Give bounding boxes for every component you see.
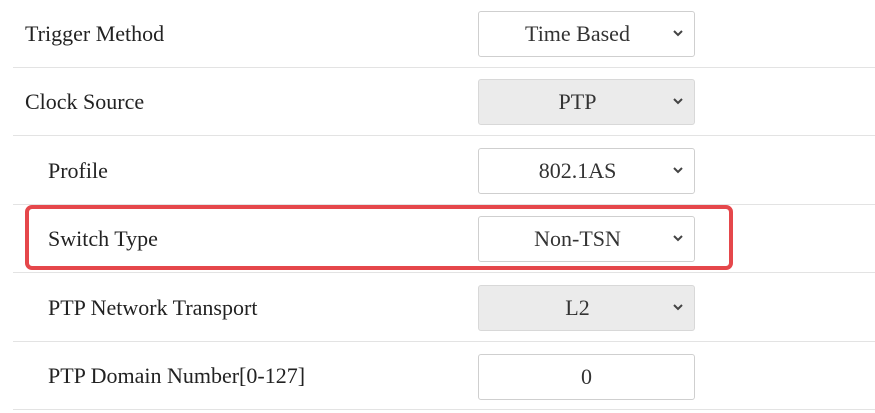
profile-select[interactable]: 802.1AS xyxy=(478,148,695,194)
trigger-method-select[interactable]: Time Based xyxy=(478,11,695,57)
trigger-method-label: Trigger Method xyxy=(25,21,165,46)
chevron-down-icon xyxy=(673,30,683,37)
row-ptp-network-transport: PTP Network Transport L2 xyxy=(13,274,875,342)
ptp-settings-panel: Trigger Method Time Based Clock Source P… xyxy=(0,0,875,413)
row-trigger-method: Trigger Method Time Based xyxy=(13,0,875,68)
clock-source-value: PTP xyxy=(558,89,597,114)
profile-value: 802.1AS xyxy=(538,158,617,183)
ptp-network-transport-label: PTP Network Transport xyxy=(48,295,258,320)
row-switch-type: Switch Type Non-TSN xyxy=(13,205,875,273)
ptp-domain-number-label: PTP Domain Number[0-127] xyxy=(48,363,306,388)
ptp-network-transport-value: L2 xyxy=(565,295,590,320)
row-ptp-domain-number: PTP Domain Number[0-127] 0 xyxy=(13,342,875,410)
switch-type-label: Switch Type xyxy=(48,226,158,251)
row-clock-source: Clock Source PTP xyxy=(13,68,875,136)
chevron-down-icon xyxy=(673,304,683,311)
chevron-down-icon xyxy=(673,98,683,105)
switch-type-value: Non-TSN xyxy=(534,226,621,251)
row-profile: Profile 802.1AS xyxy=(13,137,875,205)
profile-label: Profile xyxy=(48,158,108,183)
clock-source-label: Clock Source xyxy=(25,89,145,114)
chevron-down-icon xyxy=(673,167,683,174)
ptp-network-transport-select[interactable]: L2 xyxy=(478,285,695,331)
trigger-method-value: Time Based xyxy=(525,21,630,46)
ptp-domain-number-input[interactable]: 0 xyxy=(478,354,695,400)
clock-source-select[interactable]: PTP xyxy=(478,79,695,125)
switch-type-select[interactable]: Non-TSN xyxy=(478,216,695,262)
chevron-down-icon xyxy=(673,235,683,242)
